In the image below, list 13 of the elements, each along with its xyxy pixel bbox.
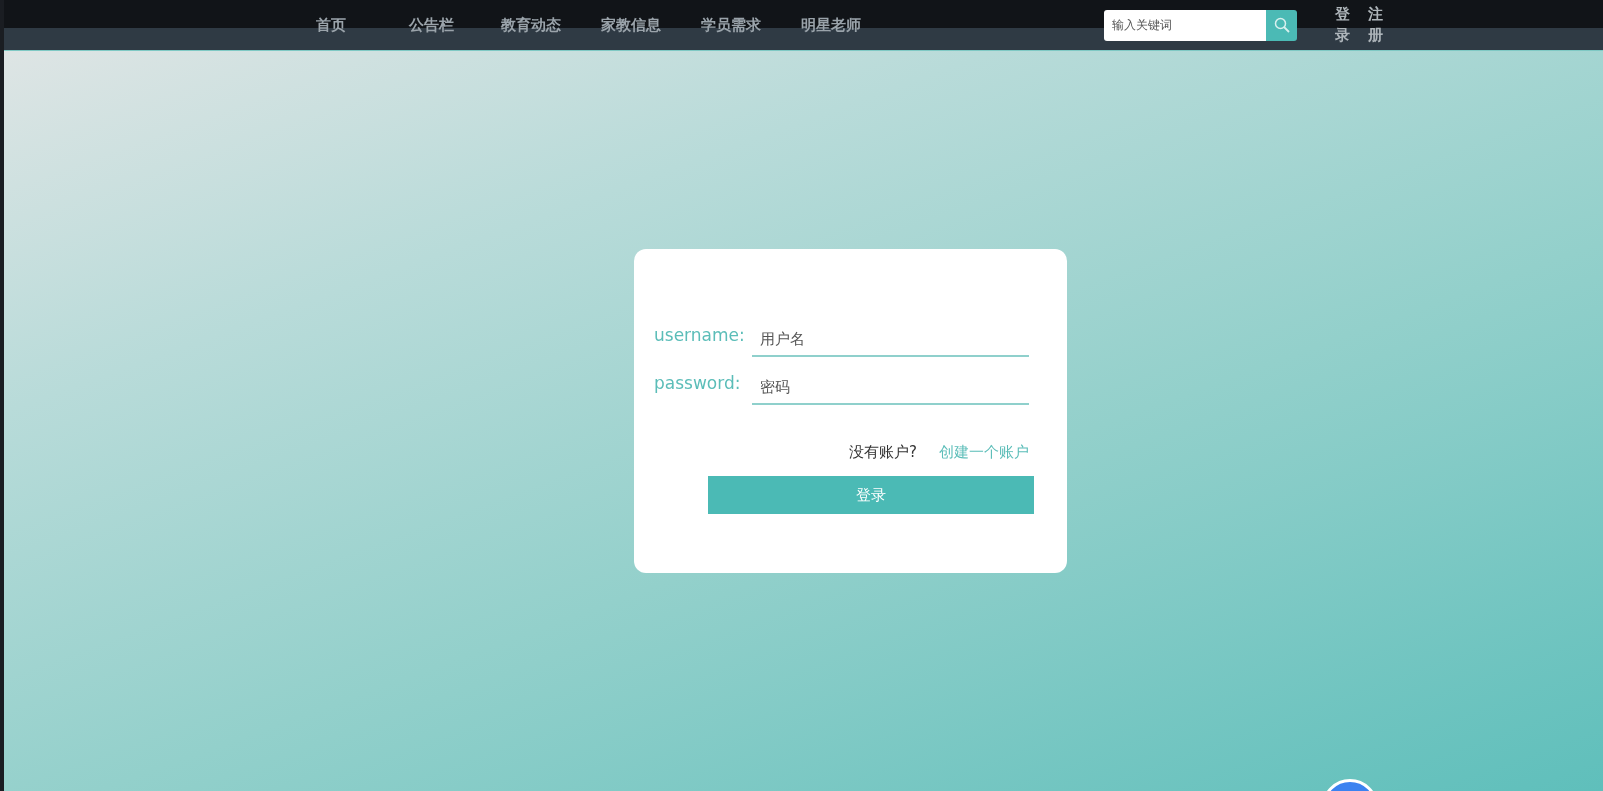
no-account-text: 没有账户? [849, 443, 917, 462]
search-icon [1273, 17, 1290, 33]
nav-link[interactable]: 首页 [281, 15, 381, 35]
nav-link[interactable]: 教育动态 [481, 15, 581, 35]
nav-link[interactable]: 公告栏 [381, 15, 481, 35]
search-field[interactable]: 输入关键词 [1104, 9, 1266, 41]
field-label: password: [654, 373, 740, 395]
nav-link[interactable]: 学员需求 [681, 15, 781, 35]
auth-link[interactable]: 注册 [1368, 4, 1383, 46]
nav-link[interactable]: 家教信息 [581, 15, 681, 35]
nav-link[interactable]: 明星老师 [781, 15, 881, 35]
search-button[interactable] [1266, 9, 1297, 41]
auth-link[interactable]: 登录 [1335, 4, 1350, 46]
